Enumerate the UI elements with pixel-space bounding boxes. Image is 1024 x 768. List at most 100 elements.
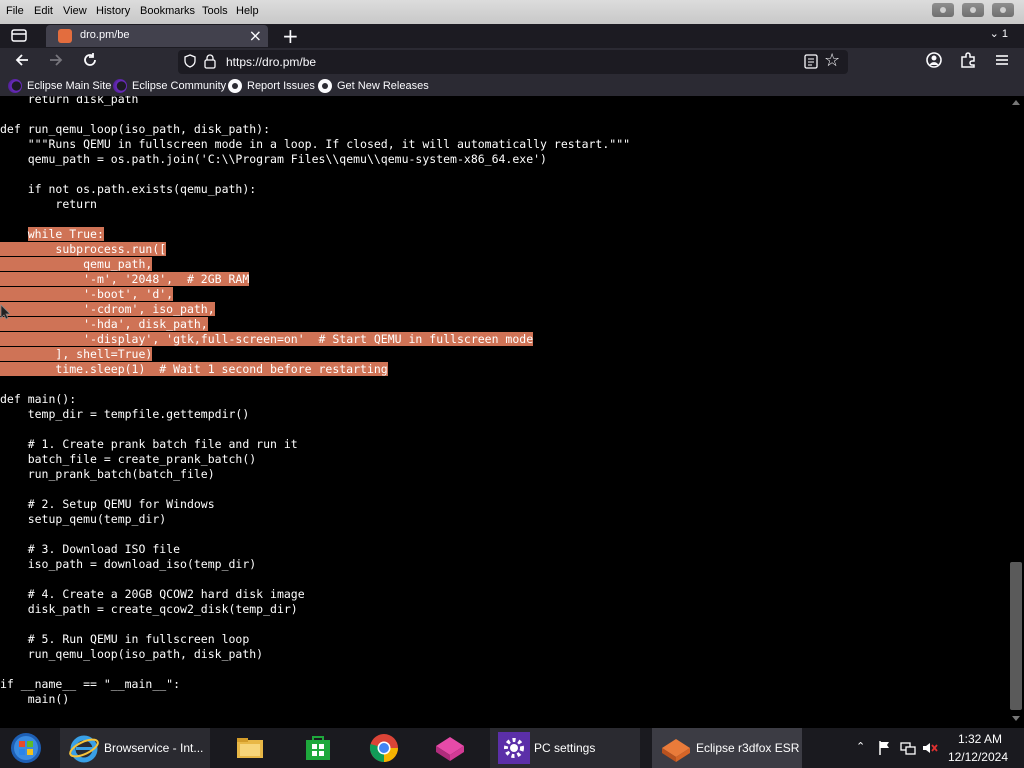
code-line: setup_qemu(temp_dir): [27, 512, 167, 526]
scrollbar-thumb[interactable]: [1010, 562, 1022, 710]
bookmark-label: Eclipse Community: [132, 80, 227, 92]
taskbar: Browservice - Int... PC settings Eclipse…: [0, 728, 1024, 768]
github-icon: [228, 79, 242, 93]
menu-history[interactable]: History: [96, 5, 130, 17]
code-line: return disk_path: [27, 96, 139, 106]
bookmark-label: Report Issues: [247, 80, 315, 92]
code-line: '-hda', disk_path,: [0, 317, 630, 332]
taskbar-item-browservice[interactable]: Browservice - Int...: [60, 728, 210, 768]
code-line: # 4. Create a 20GB QCOW2 hard disk image: [27, 587, 305, 601]
bookmark-eclipse-main-site[interactable]: Eclipse Main Site: [8, 79, 111, 93]
settings-gear-icon: [498, 732, 530, 764]
bookmark-get-new-releases[interactable]: Get New Releases: [318, 79, 429, 93]
code-line: '-display', 'gtk,full-screen=on' # Start…: [0, 332, 630, 347]
tab-strip: dro.pm/be × + ⌄ 1: [0, 24, 1024, 48]
taskbar-item-store[interactable]: [294, 728, 342, 768]
taskbar-label: Browservice - Int...: [104, 741, 204, 755]
close-window-button[interactable]: [992, 3, 1014, 17]
code-line: while True:: [27, 227, 104, 241]
code-line: # 5. Run QEMU in fullscreen loop: [27, 632, 250, 646]
code-line: # 2. Setup QEMU for Windows: [27, 497, 215, 511]
code-line: qemu_path,: [0, 257, 630, 272]
taskbar-item-pc-settings[interactable]: PC settings: [490, 728, 640, 768]
minimize-button[interactable]: [932, 3, 954, 17]
store-icon: [306, 736, 330, 760]
code-line: ], shell=True): [0, 347, 630, 362]
code-line: subprocess.run([: [0, 242, 630, 257]
tab-count: 1: [1001, 28, 1008, 40]
new-tab-icon[interactable]: +: [282, 24, 299, 48]
action-center-flag-icon[interactable]: [878, 740, 892, 756]
scroll-down-arrow-icon[interactable]: [1012, 716, 1020, 721]
site-favicon-icon: [58, 29, 72, 43]
internet-explorer-icon: [69, 735, 99, 763]
vertical-scrollbar[interactable]: [1008, 96, 1024, 728]
clock-date[interactable]: 12/12/2024: [948, 750, 1008, 764]
start-button[interactable]: [0, 728, 56, 768]
shield-icon[interactable]: [184, 54, 196, 68]
app-icon: [436, 737, 464, 761]
menu-bookmarks[interactable]: Bookmarks: [140, 5, 195, 17]
menu-edit[interactable]: Edit: [34, 5, 53, 17]
maximize-button[interactable]: [962, 3, 984, 17]
code-line: # 3. Download ISO file: [27, 542, 181, 556]
volume-muted-icon[interactable]: [922, 740, 938, 756]
chevron-down-icon: ⌄: [989, 28, 999, 40]
close-tab-icon[interactable]: ×: [249, 26, 262, 45]
scroll-up-arrow-icon[interactable]: [1012, 100, 1020, 105]
lock-icon[interactable]: [204, 54, 216, 69]
code-line: def main():: [0, 392, 77, 406]
bookmark-label: Get New Releases: [337, 80, 429, 92]
code-line: if not os.path.exists(qemu_path):: [27, 182, 257, 196]
reload-icon[interactable]: [78, 51, 102, 73]
page-content[interactable]: return disk_path def run_qemu_loop(iso_pa…: [0, 96, 1008, 728]
show-hidden-icons-icon[interactable]: ⌃: [856, 740, 865, 753]
system-tray: ⌃ 1:32 AM 12/12/2024: [844, 728, 1024, 768]
tab-active[interactable]: dro.pm/be ×: [46, 25, 268, 47]
reader-view-icon[interactable]: [804, 54, 818, 69]
menu-tools[interactable]: Tools: [202, 5, 228, 17]
url-bar[interactable]: https://dro.pm/be ☆: [178, 50, 848, 74]
code-line: '-m', '2048', # 2GB RAM: [0, 272, 630, 287]
menu-help[interactable]: Help: [236, 5, 259, 17]
code-line: """Runs QEMU in fullscreen mode in a loo…: [27, 137, 631, 151]
bookmark-report-issues[interactable]: Report Issues: [228, 79, 315, 93]
tab-list-icon[interactable]: [9, 27, 29, 45]
code-listing: return disk_path def run_qemu_loop(iso_pa…: [0, 96, 630, 707]
taskbar-item-file-explorer[interactable]: [226, 728, 274, 768]
r3dfox-icon: [662, 739, 690, 762]
hamburger-menu-icon[interactable]: [990, 51, 1014, 73]
file-explorer-icon: [237, 738, 263, 758]
taskbar-item-app[interactable]: [426, 728, 474, 768]
code-line: temp_dir = tempfile.gettempdir(): [27, 407, 250, 421]
url-text[interactable]: https://dro.pm/be: [226, 55, 316, 69]
code-line: '-boot', 'd',: [0, 287, 630, 302]
menu-view[interactable]: View: [63, 5, 87, 17]
bookmark-eclipse-community[interactable]: Eclipse Community: [113, 79, 226, 93]
code-line: time.sleep(1) # Wait 1 second before res…: [0, 362, 630, 377]
clock-time[interactable]: 1:32 AM: [958, 732, 1002, 746]
taskbar-item-eclipse-r3dfox[interactable]: Eclipse r3dfox ESR: [652, 728, 802, 768]
network-icon[interactable]: [900, 740, 916, 756]
mouse-cursor-icon: [0, 304, 10, 320]
tabs-overflow-button[interactable]: ⌄ 1: [990, 27, 1008, 40]
account-icon[interactable]: [922, 51, 946, 73]
code-line: main(): [27, 692, 70, 706]
bookmark-label: Eclipse Main Site: [27, 80, 112, 92]
taskbar-item-chrome[interactable]: [360, 728, 408, 768]
back-arrow-icon[interactable]: [10, 51, 34, 73]
navigation-bar: https://dro.pm/be ☆: [0, 48, 1024, 76]
menu-file[interactable]: File: [6, 5, 24, 17]
forward-arrow-icon[interactable]: [44, 51, 68, 73]
menu-bar: File Edit View History Bookmarks Tools H…: [0, 0, 1024, 24]
extensions-icon[interactable]: [956, 51, 980, 73]
chrome-icon: [369, 734, 398, 762]
code-line: run_prank_batch(batch_file): [27, 467, 215, 481]
bookmark-star-icon[interactable]: ☆: [824, 50, 840, 71]
